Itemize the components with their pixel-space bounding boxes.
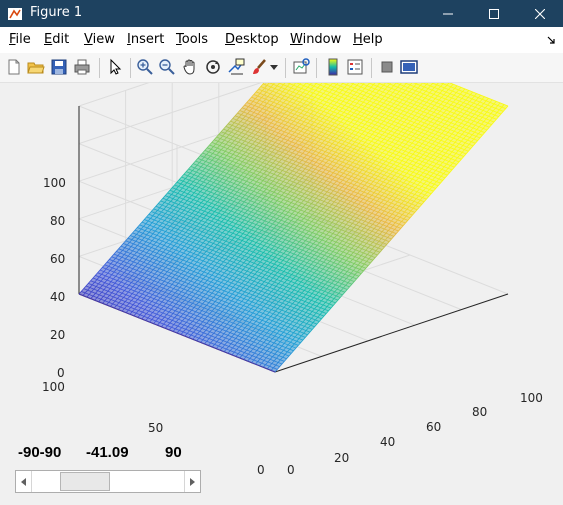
print-icon[interactable] [73,58,91,76]
zoom-out-icon[interactable] [158,58,176,76]
legend-icon[interactable] [346,58,364,76]
z-tick-80: 80 [50,214,66,228]
show-plot-tools-icon[interactable] [400,58,418,76]
toolbar-separator [99,58,100,78]
open-file-icon[interactable] [27,58,45,76]
minimize-icon [443,13,453,14]
zoom-in-icon[interactable] [136,58,154,76]
menu-desktop[interactable]: Desktop [225,32,279,47]
x-tick-100: 100 [520,391,543,405]
link-plot-icon[interactable] [292,58,310,76]
data-cursor-icon[interactable] [227,58,245,76]
menu-bar: File Edit View Insert Tools Desktop Wind… [0,27,563,53]
y-tick-0: 0 [257,463,265,477]
close-icon [535,8,545,19]
toolbar-separator [316,58,317,78]
x-tick-80: 80 [472,405,488,419]
close-button[interactable] [517,0,563,27]
z-tick-60: 60 [50,252,66,266]
pan-hand-icon[interactable] [181,58,199,76]
pointer-icon[interactable] [106,58,124,76]
title-bar: Figure 1 [0,0,563,27]
save-icon[interactable] [50,58,68,76]
menu-insert[interactable]: Insert [127,32,164,47]
toolbar [0,53,563,83]
z-tick-40: 40 [50,290,66,304]
slider-value-label: -41.09 [86,444,129,461]
matlab-figure-icon [8,8,22,20]
right-arrow-icon [190,477,195,486]
toolbar-separator [371,58,372,78]
slider-thumb[interactable] [59,472,110,491]
y-tick-100: 100 [42,380,65,394]
menu-help[interactable]: Help [353,32,383,47]
menu-file[interactable]: File [9,32,31,47]
z-tick-20: 20 [50,328,66,342]
slider-left-arrow[interactable] [16,471,32,492]
brush-dropdown-icon[interactable] [270,65,278,70]
menu-view[interactable]: View [84,32,115,47]
dock-arrow-icon[interactable] [547,36,556,45]
surface-fill [79,83,508,372]
menu-tools[interactable]: Tools [176,32,208,47]
colorbar-icon[interactable] [324,58,342,76]
slider-right-arrow[interactable] [184,471,200,492]
z-tick-0: 0 [57,366,65,380]
rotate-3d-icon[interactable] [204,58,222,76]
y-tick-50: 50 [148,421,164,435]
x-tick-20: 20 [334,451,350,465]
maximize-icon [489,8,499,19]
x-tick-0: 0 [287,463,295,477]
left-arrow-icon [21,477,26,486]
surface-plot[interactable] [0,83,563,505]
toolbar-separator [285,58,286,78]
x-tick-40: 40 [380,435,396,449]
minimize-button[interactable] [425,0,471,27]
slider-max-label: 90 [165,444,182,461]
menu-edit[interactable]: Edit [44,32,69,47]
new-figure-icon[interactable] [5,58,23,76]
hide-plot-tools-icon[interactable] [378,58,396,76]
figure-canvas[interactable]: 100 80 60 40 20 0 100 50 0 0 20 40 60 80… [0,83,563,505]
angle-slider[interactable] [15,470,201,493]
z-tick-100: 100 [43,176,66,190]
window-title: Figure 1 [30,5,83,20]
menu-window[interactable]: Window [290,32,341,47]
maximize-button[interactable] [471,0,517,27]
slider-min-label: -90-90 [18,444,62,461]
toolbar-separator [130,58,131,78]
brush-icon[interactable] [250,58,268,76]
x-tick-60: 60 [426,420,442,434]
surface-mesh [78,83,509,373]
